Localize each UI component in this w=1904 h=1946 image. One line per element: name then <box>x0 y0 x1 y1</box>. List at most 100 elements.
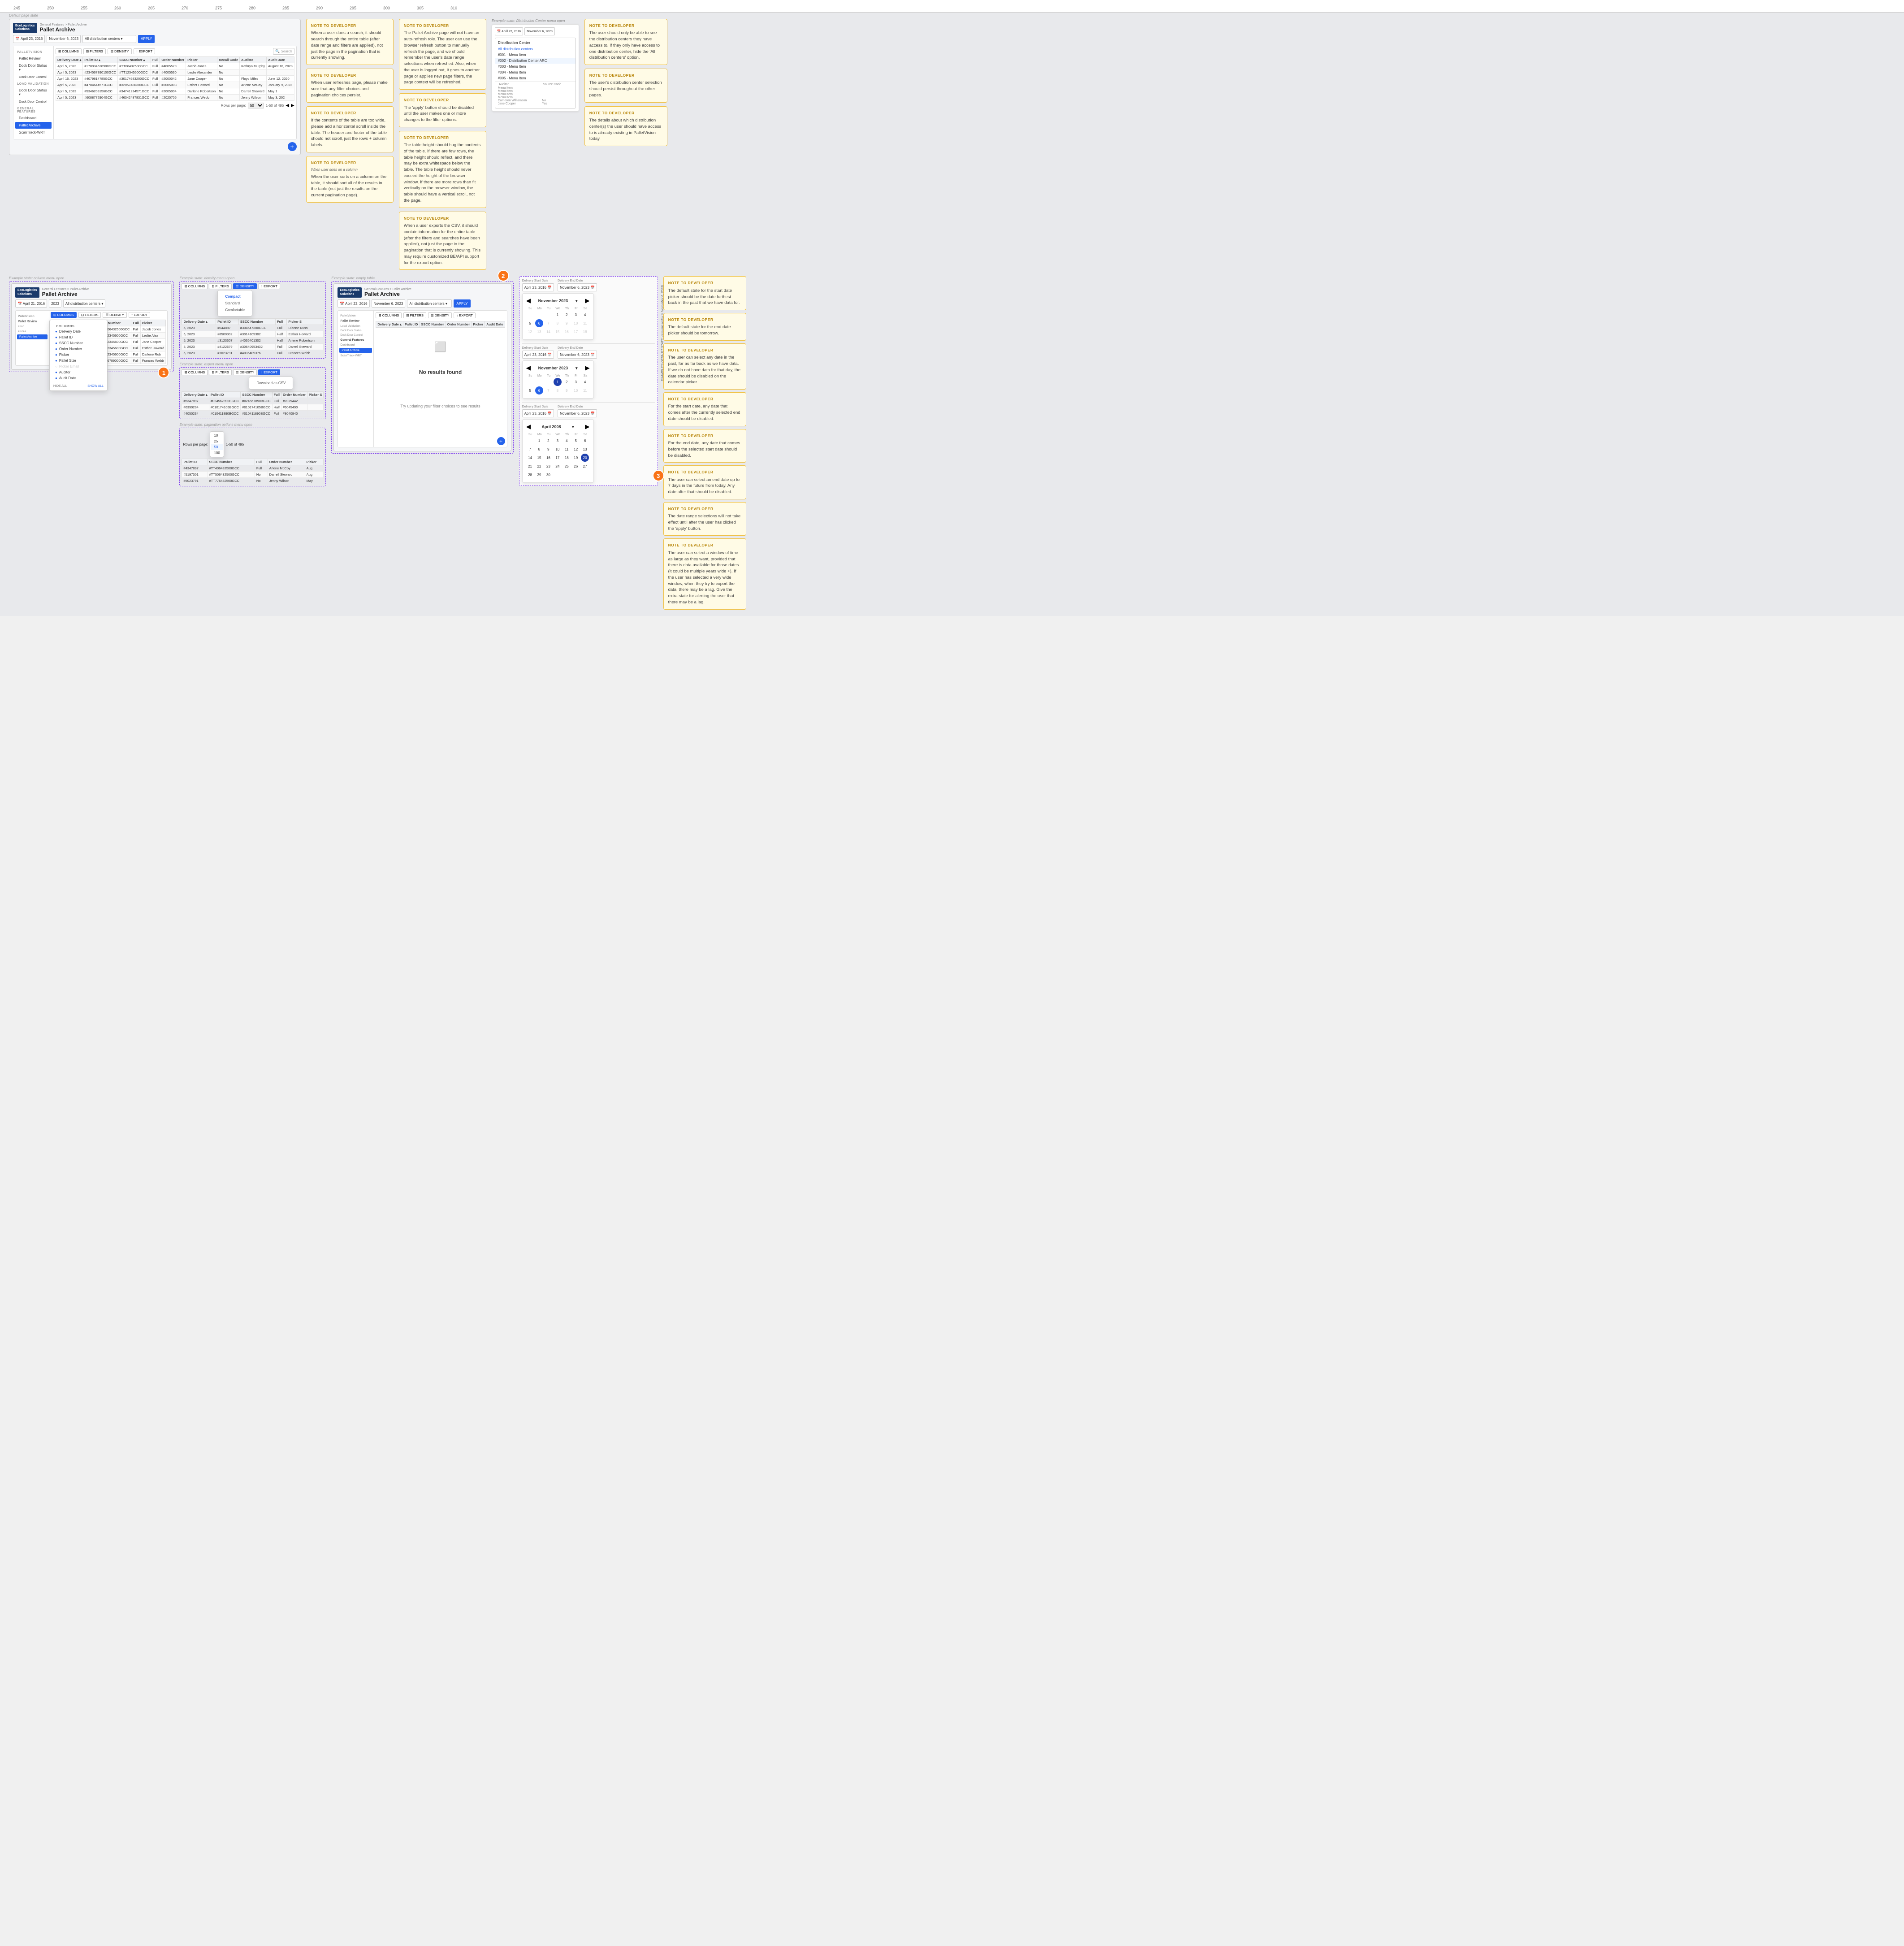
sidebar-item-dock-door-control-pv[interactable]: Dock Door Control <box>15 74 52 80</box>
dist-item-all[interactable]: All distribution centers <box>495 46 576 52</box>
start-date-picker[interactable]: April 23, 2016 📅 <box>522 283 554 291</box>
apr-9[interactable]: 9 <box>544 445 552 453</box>
exp-filters-btn[interactable]: ⊟ FILTERS <box>209 369 232 375</box>
rows-per-page-select[interactable]: 50 25 100 <box>248 103 264 108</box>
apr-3[interactable]: 3 <box>554 437 562 445</box>
distribution-filter[interactable]: All distribution centers ▾ <box>82 35 136 43</box>
dist-item-arc[interactable]: #002 · Distribution Center ARC <box>495 58 576 64</box>
sidebar-item-dock-door-status[interactable]: Dock Door Status ▾ <box>15 62 52 73</box>
ex1-density-btn[interactable]: ☰ DENSITY <box>103 312 126 318</box>
date-3[interactable]: 3 <box>572 311 580 319</box>
prev-month-btn-3[interactable]: ◀ <box>526 423 531 430</box>
col-audit-date[interactable]: Audit Date <box>267 56 294 63</box>
apr-13[interactable]: 13 <box>581 445 589 453</box>
density-standard[interactable]: Standard <box>221 300 248 307</box>
table-row[interactable]: April 5, 2023 #4784644571GCC #3205748030… <box>56 82 294 88</box>
next-month-btn-2[interactable]: ▶ <box>585 364 589 372</box>
col-auditor[interactable]: Auditor <box>240 56 267 63</box>
density-comfortable[interactable]: Comfortable <box>221 307 248 313</box>
apr-8[interactable]: 8 <box>535 445 543 453</box>
col-menu-pallet-id[interactable]: ● Pallet ID <box>53 334 104 340</box>
dist-item-4[interactable]: #004 · Menu Item <box>495 69 576 75</box>
empty-add-button[interactable]: + <box>497 437 505 445</box>
dist-item-5[interactable]: #005 · Menu Item <box>495 75 576 81</box>
d2-4[interactable]: 4 <box>581 378 589 386</box>
col-menu-auditor[interactable]: ● Auditor <box>53 369 104 375</box>
dist-start-date[interactable]: 📅 April 23, 2016 <box>495 27 523 35</box>
prev-month-btn-2[interactable]: ◀ <box>526 364 531 372</box>
sidebar-item-pallet-archive[interactable]: Pallet Archive <box>15 122 52 129</box>
dist-item-3[interactable]: #003 · Menu Item <box>495 64 576 69</box>
ex1-columns-btn[interactable]: ⊞ COLUMNS <box>51 312 77 318</box>
col-full[interactable]: Full <box>151 56 160 63</box>
apr-30[interactable]: 30 <box>544 471 552 479</box>
apr-6[interactable]: 6 <box>581 437 589 445</box>
empty-end[interactable]: November 6, 2023 <box>372 299 406 308</box>
apr-10[interactable]: 10 <box>554 445 562 453</box>
d-filters-btn[interactable]: ⊟ FILTERS <box>209 283 232 289</box>
apr-29[interactable]: 29 <box>535 471 543 479</box>
col-delivery-date[interactable]: Delivery Date ▴ <box>56 56 83 63</box>
start-date-picker-2[interactable]: April 23, 2016 📅 <box>522 351 554 359</box>
next-month-btn[interactable]: ▶ <box>585 297 589 304</box>
empty-start[interactable]: 📅 April 23, 2016 <box>338 299 369 308</box>
end-date-picker[interactable]: November 6, 2023 📅 <box>558 283 597 291</box>
ex1-end-date[interactable]: 2023 <box>49 299 61 308</box>
download-csv-option[interactable]: Download as CSV <box>253 380 289 386</box>
col-menu-picker-email[interactable]: ○ Picker Email <box>53 364 104 369</box>
date-2[interactable]: 2 <box>563 311 571 319</box>
col-menu-sscc[interactable]: ● SSCC Number <box>53 340 104 346</box>
hide-all-button[interactable]: HIDE ALL <box>53 385 67 388</box>
apr-7[interactable]: 7 <box>526 445 534 453</box>
empty-dist[interactable]: All distribution centers ▾ <box>407 299 452 308</box>
apr-5[interactable]: 5 <box>572 437 580 445</box>
pag-opt-50[interactable]: 50 <box>211 444 222 450</box>
table-row[interactable]: April 5, 2023 #234567890100GCC #TT123456… <box>56 69 294 75</box>
prev-page-button[interactable]: ◀ <box>286 103 289 108</box>
col-order-number[interactable]: Order Number <box>160 56 186 63</box>
table-row[interactable]: April 5, 2023 #5346203156GCC #3474123457… <box>56 88 294 94</box>
col-menu-pallet-size[interactable]: ● Pallet Size <box>53 358 104 364</box>
density-button[interactable]: ☰ DENSITY <box>108 48 131 54</box>
sidebar-item-pallet-review[interactable]: Pallet Review <box>15 55 52 62</box>
density-compact[interactable]: Compact <box>221 293 248 300</box>
apr-16[interactable]: 16 <box>544 454 552 462</box>
apr-21[interactable]: 21 <box>526 462 534 470</box>
dist-end-date[interactable]: November 6, 2023 <box>524 27 555 35</box>
col-menu-delivery-date[interactable]: ● Delivery Date <box>53 329 104 334</box>
col-menu-order[interactable]: ● Order Number <box>53 346 104 352</box>
date-4[interactable]: 4 <box>581 311 589 319</box>
exp-columns-btn[interactable]: ⊞ COLUMNS <box>182 369 208 375</box>
prev-month-btn[interactable]: ◀ <box>526 297 531 304</box>
d-export-btn[interactable]: ↑ EXPORT <box>258 283 280 289</box>
apr-12[interactable]: 12 <box>572 445 580 453</box>
show-all-button[interactable]: SHOW ALL <box>87 385 104 388</box>
apr-25[interactable]: 25 <box>563 462 571 470</box>
col-sscc[interactable]: SSCC Number ▴ <box>118 56 151 63</box>
dist-item-1[interactable]: #001 · Menu Item <box>495 52 576 58</box>
apply-button[interactable]: APPLY <box>138 35 155 43</box>
apr-11[interactable]: 11 <box>563 445 571 453</box>
table-row[interactable]: April 15, 2023 #4079814785GCC #301746832… <box>56 75 294 82</box>
next-page-button[interactable]: ▶ <box>291 103 294 108</box>
sidebar-item-scantrack[interactable]: ScanTrack-WRT <box>15 129 52 136</box>
col-menu-audit-date[interactable]: ● Audit Date <box>53 375 104 381</box>
apr-19[interactable]: 19 <box>572 454 580 462</box>
date-5[interactable]: 5 <box>526 319 534 327</box>
sidebar-item-dashboard[interactable]: Dashboard <box>15 115 52 121</box>
empty-apply[interactable]: APPLY <box>454 299 470 308</box>
sidebar-item-load-dock-door-status[interactable]: Dock Door Status ▾ <box>15 87 52 98</box>
start-date-filter[interactable]: 📅 April 23, 2016 <box>13 35 45 43</box>
col-picker[interactable]: Picker <box>186 56 217 63</box>
apr-15[interactable]: 15 <box>535 454 543 462</box>
apr-22[interactable]: 22 <box>535 462 543 470</box>
date-6-today[interactable]: 6 <box>535 319 543 327</box>
col-menu-picker[interactable]: ● Picker <box>53 352 104 358</box>
end-date-picker-2[interactable]: November 6, 2023 📅 <box>558 351 597 359</box>
ex1-export-btn[interactable]: ↑ EXPORT <box>129 312 151 318</box>
apr-14[interactable]: 14 <box>526 454 534 462</box>
exp-density-btn[interactable]: ☰ DENSITY <box>233 369 257 375</box>
apr-17[interactable]: 17 <box>554 454 562 462</box>
sidebar-item-load-dock-door-control[interactable]: Dock Door Control <box>15 98 52 105</box>
d2-5[interactable]: 5 <box>526 386 534 394</box>
